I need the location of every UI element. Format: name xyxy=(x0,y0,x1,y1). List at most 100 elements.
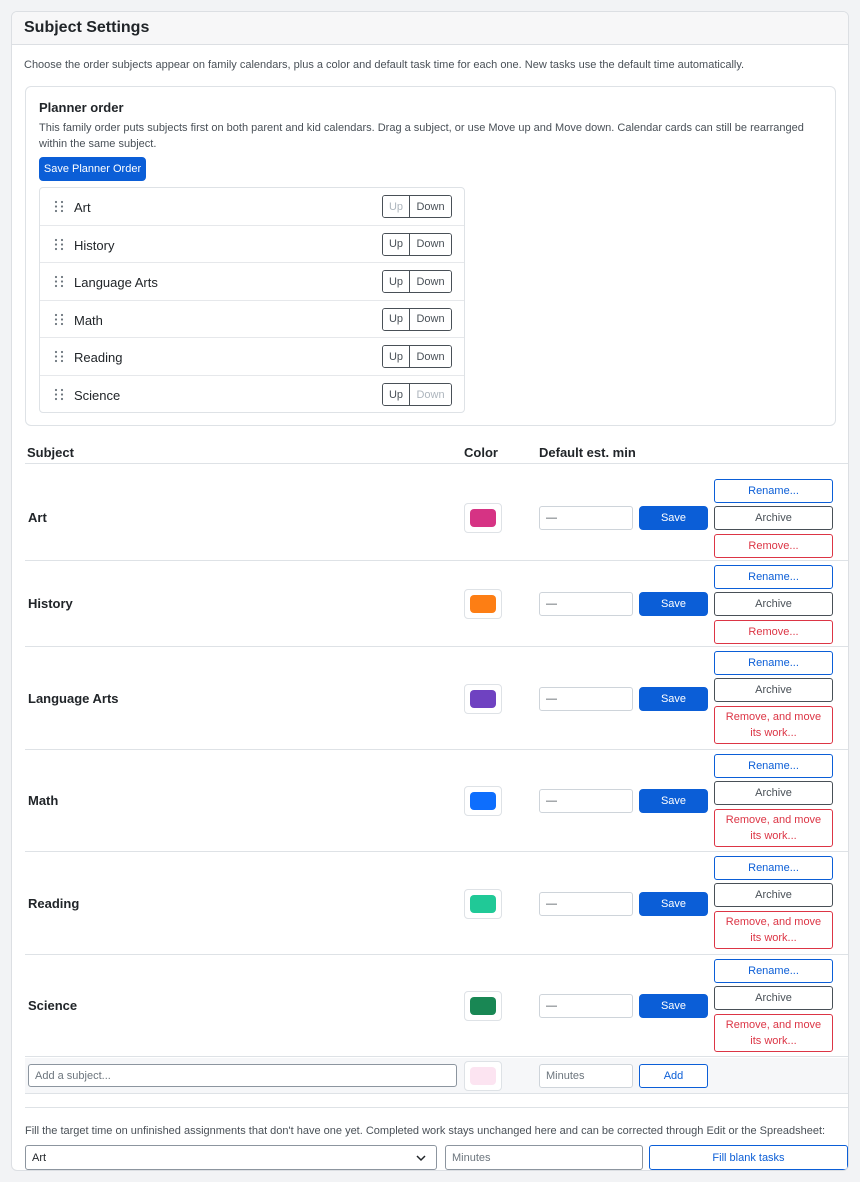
rename-subject-button[interactable]: Rename... xyxy=(714,959,833,983)
save-planner-order-button[interactable]: Save Planner Order xyxy=(39,157,146,181)
subject-color-swatch xyxy=(470,689,496,708)
subject-color-swatch xyxy=(470,997,496,1015)
move-down-button[interactable]: Down xyxy=(410,271,451,293)
column-header-color: Color xyxy=(464,445,498,460)
remove-subject-button[interactable]: Remove... xyxy=(714,534,833,558)
rename-subject-button[interactable]: Rename... xyxy=(714,856,833,880)
save-subject-button[interactable]: Save xyxy=(639,891,708,916)
add-subject-input[interactable] xyxy=(28,1064,457,1087)
archive-subject-button[interactable]: Archive xyxy=(714,506,833,530)
subject-color-picker[interactable] xyxy=(464,503,502,533)
move-up-button[interactable]: Up xyxy=(383,271,410,293)
drag-handle-icon[interactable] xyxy=(54,350,64,363)
move-up-button[interactable]: Up xyxy=(383,308,410,330)
move-buttons: Up Down xyxy=(382,383,452,406)
subject-row: History SaveRename... Archive Remove... xyxy=(25,561,848,647)
page-title: Subject Settings xyxy=(24,19,150,36)
remove-subject-button[interactable]: Remove, and move its work... xyxy=(714,1014,833,1052)
save-subject-button[interactable]: Save xyxy=(639,686,708,711)
remove-subject-button[interactable]: Remove, and move its work... xyxy=(714,911,833,949)
remove-subject-button[interactable]: Remove... xyxy=(714,620,833,644)
planner-order-item[interactable]: Math Up Down xyxy=(40,301,464,339)
subject-settings-card: Subject Settings Choose the order subjec… xyxy=(11,11,849,1171)
fill-blank-tasks-button[interactable]: Fill blank tasks xyxy=(649,1145,848,1170)
remove-subject-button[interactable]: Remove, and move its work... xyxy=(714,809,833,847)
fill-subject-selected: Art xyxy=(32,1152,47,1164)
subject-row: Science SaveRename... Archive Remove, and m… xyxy=(25,955,848,1057)
move-down-button[interactable]: Down xyxy=(410,384,451,405)
rename-subject-button[interactable]: Rename... xyxy=(714,565,833,589)
archive-subject-button[interactable]: Archive xyxy=(714,986,833,1010)
planner-order-item[interactable]: Art Up Down xyxy=(40,188,464,226)
subject-row: Language Arts SaveRename... Archive Remove,… xyxy=(25,647,848,750)
planner-order-item[interactable]: Science Up Down xyxy=(40,376,464,414)
add-subject-button[interactable]: Add xyxy=(639,1064,708,1088)
fill-minutes-input[interactable] xyxy=(445,1145,643,1170)
add-subject-color-picker[interactable] xyxy=(464,1061,502,1091)
move-down-button[interactable]: Down xyxy=(410,308,451,330)
save-subject-button[interactable]: Save xyxy=(639,592,708,616)
planner-order-label: History xyxy=(74,237,115,253)
save-subject-button[interactable]: Save xyxy=(639,506,708,530)
subject-color-picker[interactable] xyxy=(464,991,502,1021)
move-buttons: Up Down xyxy=(382,345,452,369)
fill-blank-description: Fill the target time on unfinished assig… xyxy=(25,1125,826,1137)
planner-order-label: Art xyxy=(74,200,91,215)
planner-order-label: Science xyxy=(74,388,121,403)
default-minutes-input[interactable] xyxy=(539,789,633,813)
fill-subject-select[interactable]: Art xyxy=(25,1145,437,1170)
archive-subject-button[interactable]: Archive xyxy=(714,883,833,907)
subject-row: Math SaveRename... Archive Remove, and move… xyxy=(25,750,848,852)
default-minutes-input[interactable] xyxy=(539,592,633,616)
section-divider xyxy=(25,1107,848,1108)
subject-name: Art xyxy=(28,510,47,525)
remove-subject-button[interactable]: Remove, and move its work... xyxy=(714,706,833,744)
intro-text: Choose the order subjects appear on fami… xyxy=(24,59,745,71)
subject-row: Art SaveRename... Archive Remove... xyxy=(25,475,848,561)
rename-subject-button[interactable]: Rename... xyxy=(714,651,833,675)
move-up-button[interactable]: Up xyxy=(383,196,410,217)
drag-handle-icon[interactable] xyxy=(54,238,64,251)
subject-name: Language Arts xyxy=(28,690,119,706)
planner-description: This family order puts subjects first on… xyxy=(39,122,804,150)
column-header-default-min: Default est. min xyxy=(539,445,636,460)
archive-subject-button[interactable]: Archive xyxy=(714,592,833,616)
save-subject-button[interactable]: Save xyxy=(639,994,708,1018)
move-down-button[interactable]: Down xyxy=(410,233,451,255)
drag-handle-icon[interactable] xyxy=(54,275,64,288)
archive-subject-button[interactable]: Archive xyxy=(714,781,833,805)
move-buttons: Up Down xyxy=(382,307,452,331)
default-minutes-input[interactable] xyxy=(539,994,633,1018)
move-up-button[interactable]: Up xyxy=(383,346,410,368)
subject-color-picker[interactable] xyxy=(464,683,502,714)
subject-name: Math xyxy=(28,793,59,808)
drag-handle-icon[interactable] xyxy=(54,200,64,213)
subject-color-swatch xyxy=(470,509,496,527)
move-buttons: Up Down xyxy=(382,232,452,256)
move-up-button[interactable]: Up xyxy=(383,233,410,255)
planner-order-label: Reading xyxy=(74,350,123,366)
add-subject-minutes-input[interactable] xyxy=(539,1064,633,1088)
archive-subject-button[interactable]: Archive xyxy=(714,678,833,702)
planner-order-item[interactable]: Reading Up Down xyxy=(40,338,464,376)
move-up-button[interactable]: Up xyxy=(383,384,410,405)
drag-handle-icon[interactable] xyxy=(54,388,64,401)
subject-color-picker[interactable] xyxy=(464,888,502,919)
default-minutes-input[interactable] xyxy=(539,686,633,711)
subject-name: History xyxy=(28,596,73,611)
rename-subject-button[interactable]: Rename... xyxy=(714,479,833,503)
move-down-button[interactable]: Down xyxy=(410,196,451,217)
planner-order-item[interactable]: History Up Down xyxy=(40,226,464,264)
rename-subject-button[interactable]: Rename... xyxy=(714,754,833,778)
planner-order-item[interactable]: Language Arts Up Down xyxy=(40,263,464,301)
default-minutes-input[interactable] xyxy=(539,891,633,916)
move-buttons: Up Down xyxy=(382,195,452,218)
subject-color-picker[interactable] xyxy=(464,589,502,619)
add-subject-row: Add xyxy=(25,1058,848,1094)
default-minutes-input[interactable] xyxy=(539,506,633,530)
save-subject-button[interactable]: Save xyxy=(639,789,708,813)
header-divider xyxy=(25,463,848,464)
subject-color-picker[interactable] xyxy=(464,786,502,816)
move-down-button[interactable]: Down xyxy=(410,346,451,368)
drag-handle-icon[interactable] xyxy=(54,313,64,326)
